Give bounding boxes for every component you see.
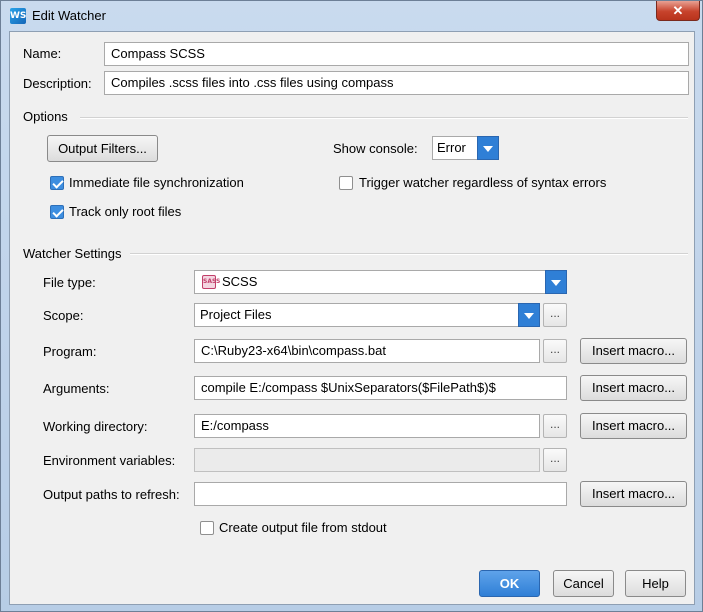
file-type-select[interactable]: SASS SCSS [194,270,567,294]
output-paths-input[interactable] [194,482,567,506]
options-section-title: Options [23,109,68,124]
program-browse-button[interactable]: ... [543,339,567,363]
edit-watcher-dialog: WS Edit Watcher ✕ Name: Compass SCSS Des… [0,0,703,612]
scope-label: Scope: [43,308,84,323]
trigger-watcher-label[interactable]: Trigger watcher regardless of syntax err… [359,175,606,190]
window-title: Edit Watcher [32,8,106,23]
arguments-input[interactable]: compile E:/compass $UnixSeparators($File… [194,376,567,400]
close-button[interactable]: ✕ [656,1,700,21]
title-bar[interactable]: WS Edit Watcher ✕ [1,1,702,31]
help-button[interactable]: Help [625,570,686,597]
scope-browse-button[interactable]: ... [543,303,567,327]
immediate-sync-checkbox[interactable] [50,176,64,190]
scope-value: Project Files [200,307,272,322]
arguments-insert-macro-button[interactable]: Insert macro... [580,375,687,401]
output-paths-insert-macro-button[interactable]: Insert macro... [580,481,687,507]
show-console-select[interactable]: Error [432,136,499,160]
track-root-checkbox[interactable] [50,205,64,219]
output-paths-label: Output paths to refresh: [43,487,180,502]
watcher-settings-section-title: Watcher Settings [23,246,122,261]
webstorm-app-icon: WS [10,8,26,24]
name-label-text: Name: [23,46,62,61]
program-input[interactable]: C:\Ruby23-x64\bin\compass.bat [194,339,540,363]
file-type-label: File type: [43,275,96,290]
chevron-down-icon[interactable] [545,270,567,294]
working-directory-browse-button[interactable]: ... [543,414,567,438]
description-label: Description: [23,76,92,91]
chevron-down-icon[interactable] [477,136,499,160]
sass-file-icon: SASS [202,275,220,289]
create-output-label[interactable]: Create output file from stdout [219,520,387,535]
name-label: Name: [23,46,61,61]
show-console-value: Error [437,140,466,155]
dialog-body: Name: Compass SCSS Description: Compiles… [9,31,695,605]
working-directory-input[interactable]: E:/compass [194,414,540,438]
environment-variables-input[interactable] [194,448,540,472]
name-input[interactable]: Compass SCSS [104,42,689,66]
ok-button[interactable]: OK [479,570,540,597]
working-directory-label: Working directory: [43,419,148,434]
environment-variables-label: Environment variables: [43,453,176,468]
working-directory-insert-macro-button[interactable]: Insert macro... [580,413,687,439]
output-filters-button[interactable]: Output Filters... [47,135,158,162]
scope-select[interactable]: Project Files [194,303,540,327]
trigger-watcher-checkbox[interactable] [339,176,353,190]
cancel-button[interactable]: Cancel [553,570,614,597]
chevron-down-icon[interactable] [518,303,540,327]
show-console-label: Show console: [333,141,418,156]
program-label: Program: [43,344,97,359]
program-insert-macro-button[interactable]: Insert macro... [580,338,687,364]
immediate-sync-label[interactable]: Immediate file synchronization [69,175,244,190]
arguments-label: Arguments: [43,381,110,396]
create-output-checkbox[interactable] [200,521,214,535]
environment-variables-browse-button[interactable]: ... [543,448,567,472]
options-divider [80,117,688,119]
file-type-value: SCSS [222,274,258,289]
description-input[interactable]: Compiles .scss files into .css files usi… [104,71,689,95]
watcher-settings-divider [130,253,688,255]
track-root-label[interactable]: Track only root files [69,204,181,219]
